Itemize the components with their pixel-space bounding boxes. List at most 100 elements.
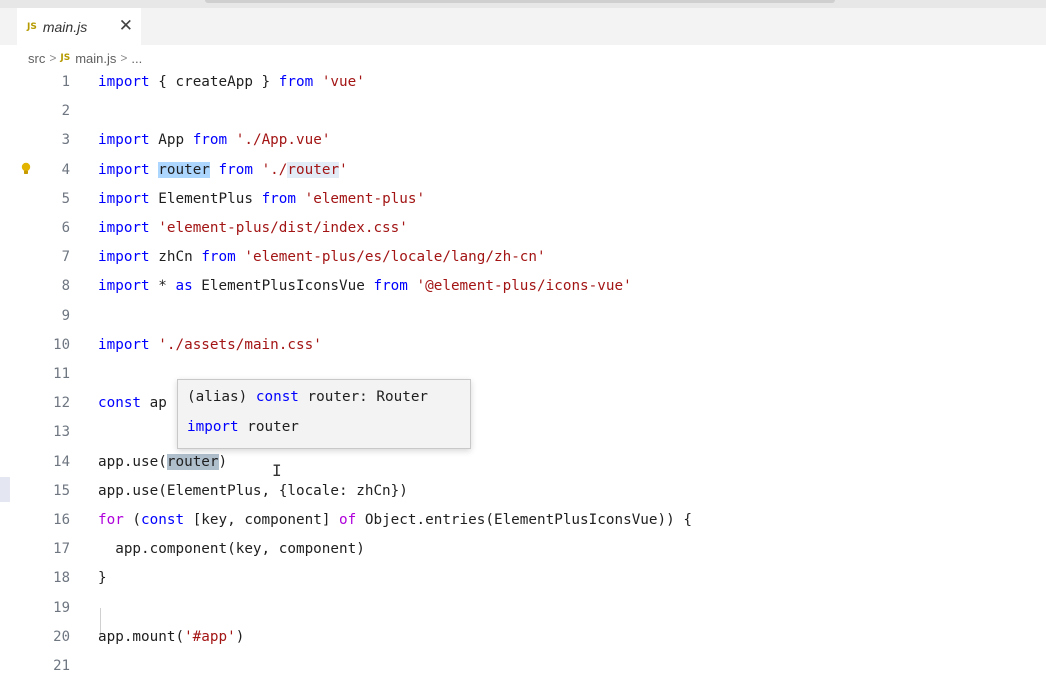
code-token: from <box>201 249 236 266</box>
code-line[interactable]: 20 app.mount('#app') <box>0 623 1046 652</box>
code-line[interactable]: 16 for (const [key, component] of Object.… <box>0 506 1046 535</box>
line-number: 21 <box>53 658 70 674</box>
code-text: import router from './router' <box>98 156 348 185</box>
code-token: const <box>141 512 185 528</box>
code-text: } <box>98 564 107 593</box>
code-line[interactable]: 14 app.use(router) <box>0 448 1046 477</box>
line-number: 9 <box>61 307 70 324</box>
editor-tab-bar: JS main.js ✕ <box>0 8 1046 45</box>
code-line[interactable]: 18} <box>0 564 1046 593</box>
code-token: of <box>339 512 357 528</box>
code-token: ElementPlusIconsVue <box>192 278 374 295</box>
code-text: import App from './App.vue' <box>98 126 330 155</box>
line-number: 8 <box>61 278 70 295</box>
line-number: 16 <box>53 512 70 528</box>
javascript-file-icon: JS <box>60 53 71 63</box>
hover-import-info: import router <box>187 418 299 436</box>
line-number: 7 <box>61 249 70 266</box>
code-line[interactable]: 15 app.use(ElementPlus, {locale: zhCn}) <box>0 477 1046 506</box>
breadcrumb-file[interactable]: main.js <box>75 51 116 66</box>
code-text: import * as ElementPlusIconsVue from '@e… <box>98 272 632 301</box>
code-token: app.use( <box>98 453 167 470</box>
hover-signature: (alias) const router: Router <box>187 388 428 406</box>
code-line[interactable]: 8 import * as ElementPlusIconsVue from '@… <box>0 272 1046 301</box>
code-token: const <box>98 395 142 412</box>
code-token: ElementPlus <box>149 190 262 207</box>
code-text: for (const [key, component] of Object.en… <box>98 506 692 535</box>
code-token: './ <box>261 161 288 178</box>
code-token: router <box>238 419 299 435</box>
chevron-right-icon: > <box>49 51 57 65</box>
code-token: '#app' <box>184 628 236 645</box>
tab-label: main.js <box>42 18 88 35</box>
code-token: Object.entries(ElementPlusIconsVue)) { <box>356 512 692 528</box>
code-line[interactable]: 7 import zhCn from 'element-plus/es/local… <box>0 243 1046 272</box>
code-line[interactable]: 10 import './assets/main.css' <box>0 331 1046 360</box>
code-line[interactable]: 19 <box>0 594 1046 623</box>
code-token: for <box>98 512 124 528</box>
code-text: app.use(router) <box>98 448 227 477</box>
close-icon[interactable]: ✕ <box>119 16 133 36</box>
code-token: app.use(ElementPlus, {locale: zhCn}) <box>98 482 408 499</box>
code-token: from <box>278 74 314 90</box>
code-token: ) <box>218 453 228 470</box>
code-token: 'element-plus/dist/index.css' <box>158 220 408 236</box>
code-token: { createApp } <box>149 74 279 90</box>
code-token: from <box>218 161 253 178</box>
line-number: 20 <box>53 628 70 645</box>
code-token: import <box>98 190 150 207</box>
code-token: import <box>98 132 150 149</box>
lightbulb-icon[interactable] <box>21 162 31 176</box>
window-top-strip <box>0 0 1046 8</box>
line-number: 10 <box>53 336 70 353</box>
code-token: * <box>149 278 176 295</box>
code-token: import <box>98 161 150 178</box>
breadcrumb-symbols[interactable]: ... <box>131 51 142 66</box>
code-line[interactable]: 21 <box>0 652 1046 681</box>
code-text: app.mount('#app') <box>98 623 244 652</box>
line-number: 14 <box>53 453 70 470</box>
breadcrumb-folder[interactable]: src <box>28 51 45 66</box>
code-token: ap <box>141 395 167 412</box>
code-text: import ElementPlus from 'element-plus' <box>98 185 425 214</box>
code-line[interactable]: 13 <box>0 418 1046 447</box>
code-token: import <box>98 278 150 295</box>
code-line[interactable]: 11 <box>0 360 1046 389</box>
code-token: from <box>261 190 296 207</box>
code-token: import <box>98 74 150 90</box>
code-token: './assets/main.css' <box>158 336 322 353</box>
code-token: [key, component] <box>184 512 340 528</box>
hover-tooltip: (alias) const router: Router import rout… <box>177 379 471 449</box>
code-text: app.use(ElementPlus, {locale: zhCn}) <box>98 477 408 506</box>
code-token: import <box>187 419 239 435</box>
code-line[interactable]: 12 const ap <box>0 389 1046 418</box>
code-token: from <box>192 132 228 149</box>
code-token: 'element-plus' <box>304 190 426 207</box>
code-line[interactable]: 6 import 'element-plus/dist/index.css' <box>0 214 1046 243</box>
code-line[interactable]: 4 import router from './router' <box>0 156 1046 185</box>
code-token: router <box>158 161 210 178</box>
code-line[interactable]: 17 app.component(key, component) <box>0 535 1046 564</box>
breadcrumb: src > JS main.js > ... <box>28 48 142 68</box>
code-line[interactable]: 2 <box>0 97 1046 126</box>
code-line[interactable]: 5 import ElementPlus from 'element-plus' <box>0 185 1046 214</box>
code-token: '@element-plus/icons-vue' <box>416 278 632 295</box>
code-editor[interactable]: 1 import { createApp } from 'vue' 2 3 import… <box>0 68 1046 680</box>
code-line[interactable]: 3 import App from './App.vue' <box>0 126 1046 155</box>
code-line[interactable]: 9 <box>0 302 1046 331</box>
tab-main-js[interactable]: JS main.js ✕ <box>17 8 141 45</box>
code-line[interactable]: 1 import { createApp } from 'vue' <box>0 68 1046 97</box>
chevron-right-icon: > <box>120 51 128 65</box>
code-token: as <box>175 278 193 295</box>
line-number: 12 <box>53 395 70 412</box>
line-number: 1 <box>61 74 70 90</box>
horizontal-scrollbar[interactable] <box>205 0 835 3</box>
code-text: const ap <box>98 389 167 418</box>
